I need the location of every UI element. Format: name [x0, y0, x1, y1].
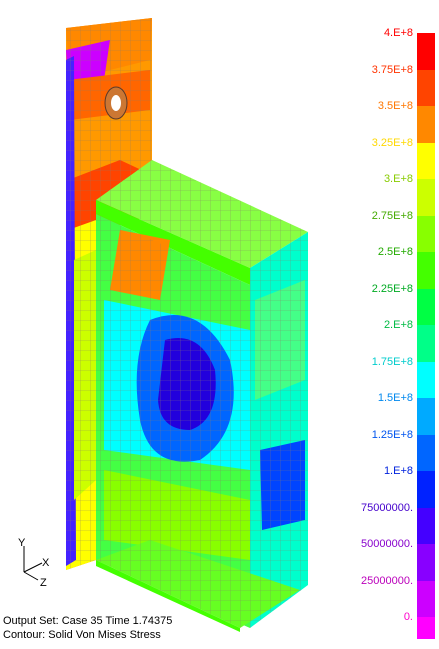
legend-swatch [417, 471, 435, 508]
legend-swatch [417, 398, 435, 435]
legend-label: 3.5E+8 [377, 100, 413, 112]
axis-triad: Y X Z [8, 536, 58, 589]
legend-swatch [417, 69, 435, 106]
legend-label: 2.E+8 [383, 319, 413, 331]
legend-label: 75000000. [361, 501, 413, 514]
legend-swatch [417, 361, 435, 398]
axis-y-label: Y [18, 537, 26, 549]
right-wall [250, 232, 308, 628]
legend-label: 3.25E+8 [371, 136, 413, 149]
legend-label: 1.E+8 [383, 465, 413, 477]
legend-swatch [417, 33, 435, 70]
legend-label: 2.75E+8 [371, 209, 413, 222]
legend-label: 1.25E+8 [371, 428, 413, 441]
legend-swatch [417, 617, 435, 639]
axis-x-label: X [42, 557, 50, 569]
legend-label: 3.E+8 [383, 173, 413, 185]
fea-viewport[interactable]: Y X Z 4.E+8 3.75E+8 3.5E+8 3.25E+8 3.E+8 2.75… [0, 0, 439, 649]
legend-label: 1.5E+8 [377, 392, 413, 404]
legend-label: 2.25E+8 [371, 282, 413, 295]
stress-contour-model [66, 18, 308, 632]
output-set-text: Output Set: Case 35 Time 1.74375 [3, 615, 173, 627]
contour-type-text: Contour: Solid Von Mises Stress [3, 629, 161, 641]
legend-label: 3.75E+8 [371, 63, 413, 76]
legend-swatch [417, 434, 435, 471]
legend-label: 2.5E+8 [377, 246, 413, 258]
legend-label: 0. [403, 611, 413, 623]
legend-label: 4.E+8 [383, 27, 413, 39]
legend-swatch [417, 580, 435, 617]
legend-swatch [417, 215, 435, 252]
legend-label: 1.75E+8 [371, 355, 413, 368]
legend-swatch [417, 252, 435, 289]
legend-label: 25000000. [361, 574, 413, 587]
output-info: Output Set: Case 35 Time 1.74375 Contour… [3, 614, 172, 642]
legend-label: 50000000. [361, 538, 413, 550]
axis-z-label: Z [40, 577, 47, 586]
legend-swatch [417, 288, 435, 325]
legend-swatch [417, 507, 435, 544]
legend-swatch [417, 544, 435, 581]
legend-swatch [417, 142, 435, 179]
legend-swatch [417, 106, 435, 143]
legend-swatch [417, 179, 435, 216]
legend-swatch [417, 325, 435, 362]
